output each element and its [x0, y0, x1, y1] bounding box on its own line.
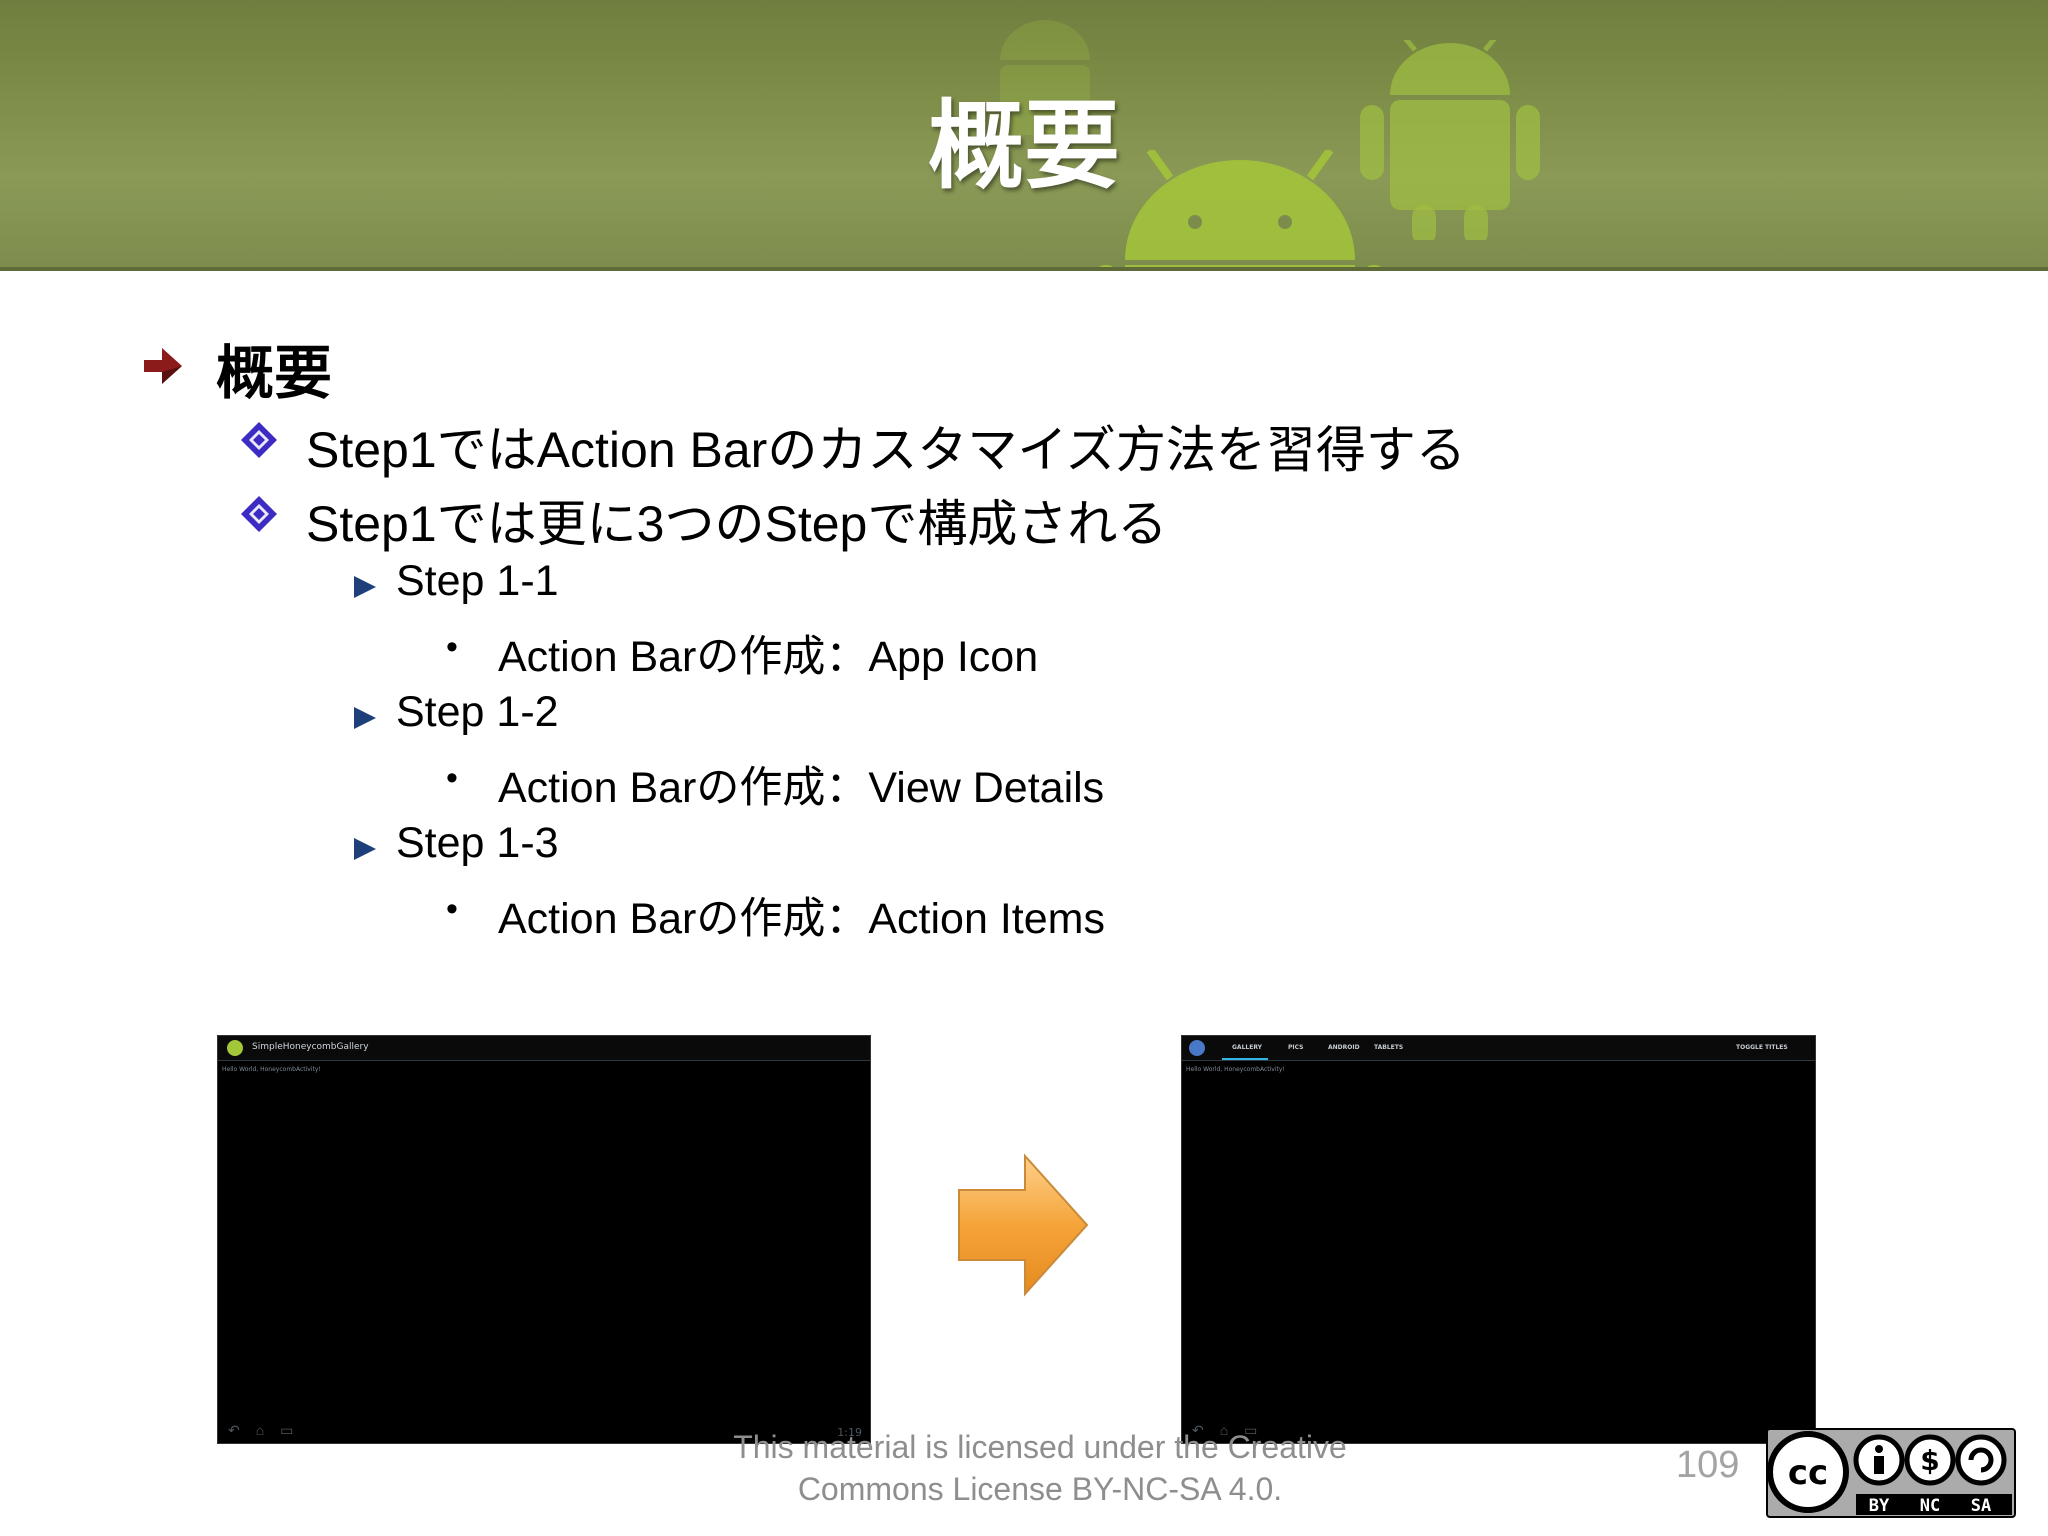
screenshot-hello-text: Hello World, HoneycombActivity! [222, 1066, 321, 1073]
diamond-bullet-icon [241, 422, 277, 458]
triangle-bullet-icon [354, 707, 376, 729]
step-label: Step 1-2 [396, 688, 559, 736]
screenshot-hello-text: Hello World, HoneycombActivity! [1186, 1066, 1285, 1073]
nav-keys-icon: ↶⌂▭ [228, 1422, 310, 1438]
slide-header: 概要 [0, 0, 2048, 271]
step-label: Step 1-1 [396, 557, 559, 605]
dot-bullet-icon: • [446, 759, 458, 797]
screenshot-action-bar: SimpleHoneycombGallery [218, 1036, 870, 1061]
dot-bullet-icon: • [446, 628, 458, 666]
step-detail: Action Barの作成：Action Items [498, 895, 1105, 943]
screenshot-menu-label: TOGGLE TITLES [1736, 1044, 1788, 1051]
license-text-line-1: This material is licensed under the Crea… [733, 1429, 1347, 1465]
triangle-bullet-icon [354, 576, 376, 598]
heading-arrow-icon [144, 348, 182, 384]
cc-sa-label: SA [1971, 1496, 1991, 1516]
cc-nc-label: NC [1920, 1496, 1940, 1516]
step-detail: Action Barの作成：App Icon [498, 633, 1039, 681]
app-icon [1189, 1040, 1205, 1056]
screenshot-tab: ANDROID [1328, 1044, 1360, 1051]
screenshot-tab: TABLETS [1374, 1044, 1404, 1051]
diamond-bullet-icon [241, 496, 277, 532]
step-label: Step 1-3 [396, 819, 559, 867]
screenshot-app-title: SimpleHoneycombGallery [252, 1042, 369, 1052]
slide-title: 概要 [928, 90, 1120, 202]
screenshot-before: SimpleHoneycombGallery Hello World, Hone… [217, 1035, 871, 1444]
screenshot-after: GALLERY PICS ANDROID TABLETS TOGGLE TITL… [1181, 1035, 1816, 1444]
right-arrow-icon [958, 1153, 1089, 1297]
outline-item-1: Step1ではAction Barのカスタマイズ方法を習得する [306, 422, 1466, 478]
screenshot-tab: PICS [1288, 1044, 1304, 1051]
step-detail: Action Barの作成：View Details [498, 764, 1105, 812]
screenshot-tab: GALLERY [1232, 1044, 1262, 1051]
cc-badge-text: cc [1788, 1453, 1828, 1493]
page-number: 109 [1676, 1444, 1740, 1486]
outline-heading: 概要 [216, 339, 333, 407]
selected-tab-indicator [1222, 1058, 1268, 1060]
license-text-line-2: Commons License BY-NC-SA 4.0. [797, 1471, 1283, 1507]
cc-by-label: BY [1869, 1496, 1890, 1516]
dot-bullet-icon: • [446, 890, 458, 928]
cc-by-nc-sa-icon: $ cc BY NC SA [1766, 1428, 2016, 1518]
outline-item-2: Step1では更に3つのStepで構成される [306, 496, 1168, 552]
cc-license-badge: $ cc BY NC SA [1766, 1428, 2016, 1518]
screenshot-action-bar: GALLERY PICS ANDROID TABLETS TOGGLE TITL… [1182, 1036, 1815, 1061]
triangle-bullet-icon [354, 838, 376, 860]
svg-text:$: $ [1920, 1444, 1939, 1477]
app-icon [227, 1040, 243, 1056]
